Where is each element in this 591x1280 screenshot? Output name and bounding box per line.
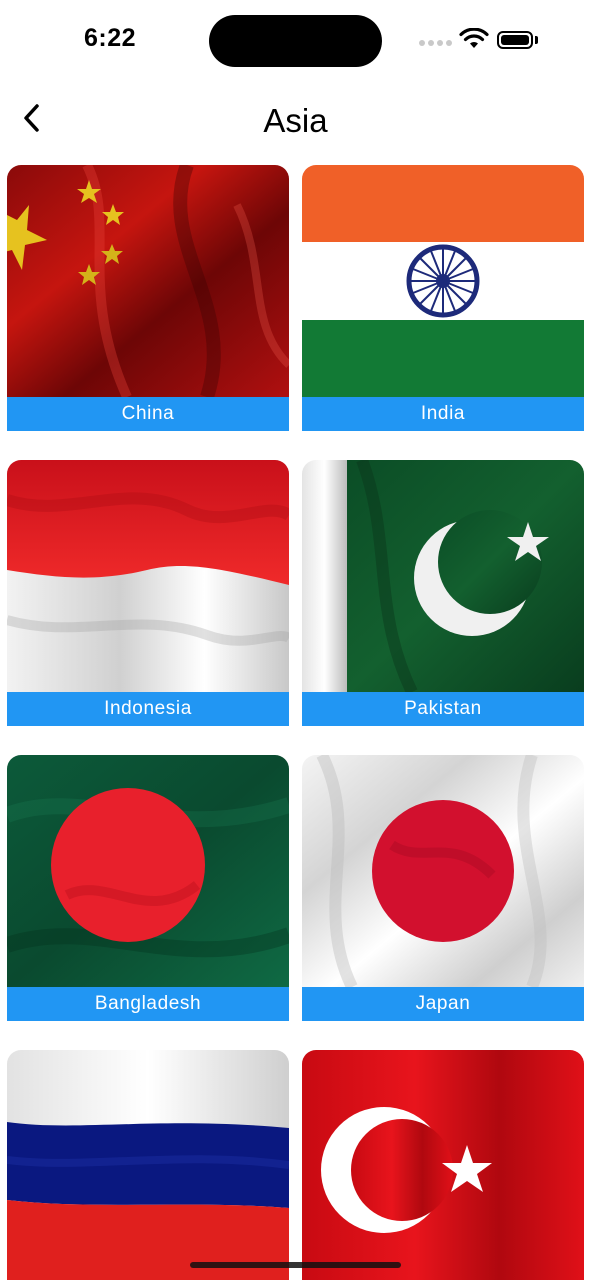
indonesia-flag-icon xyxy=(7,460,289,692)
country-card-japan[interactable]: Japan xyxy=(302,755,584,1021)
india-flag-icon xyxy=(302,165,584,397)
country-label: Indonesia xyxy=(7,692,289,726)
country-card-bangladesh[interactable]: Bangladesh xyxy=(7,755,289,1021)
china-flag-icon xyxy=(7,165,289,397)
status-time: 6:22 xyxy=(84,24,137,52)
wifi-icon xyxy=(459,27,489,55)
country-card-india[interactable]: India xyxy=(302,165,584,431)
country-label: India xyxy=(302,397,584,431)
country-label: China xyxy=(7,397,289,431)
country-label: Pakistan xyxy=(302,692,584,726)
battery-icon xyxy=(497,31,533,49)
page-title: Asia xyxy=(263,102,328,139)
country-card-pakistan[interactable]: Pakistan xyxy=(302,460,584,726)
screen: 6:22 Asia China India Indonesia Pakistan… xyxy=(0,0,591,1280)
country-card-russia[interactable] xyxy=(7,1050,289,1280)
japan-flag-icon xyxy=(302,755,584,987)
status-bar: 6:22 xyxy=(0,0,591,80)
dynamic-island xyxy=(209,15,382,67)
battery-cap xyxy=(535,36,538,44)
pakistan-flag-icon xyxy=(302,460,584,692)
russia-flag-icon xyxy=(7,1050,289,1280)
turkey-flag-icon xyxy=(302,1050,584,1280)
country-card-turkey[interactable] xyxy=(302,1050,584,1280)
country-card-china[interactable]: China xyxy=(7,165,289,431)
home-indicator xyxy=(190,1262,401,1268)
country-label: Japan xyxy=(302,987,584,1021)
cellular-signal-icon xyxy=(419,40,452,46)
navigation-bar: Asia xyxy=(0,88,591,152)
country-card-indonesia[interactable]: Indonesia xyxy=(7,460,289,726)
country-label: Bangladesh xyxy=(7,987,289,1021)
bangladesh-flag-icon xyxy=(7,755,289,987)
